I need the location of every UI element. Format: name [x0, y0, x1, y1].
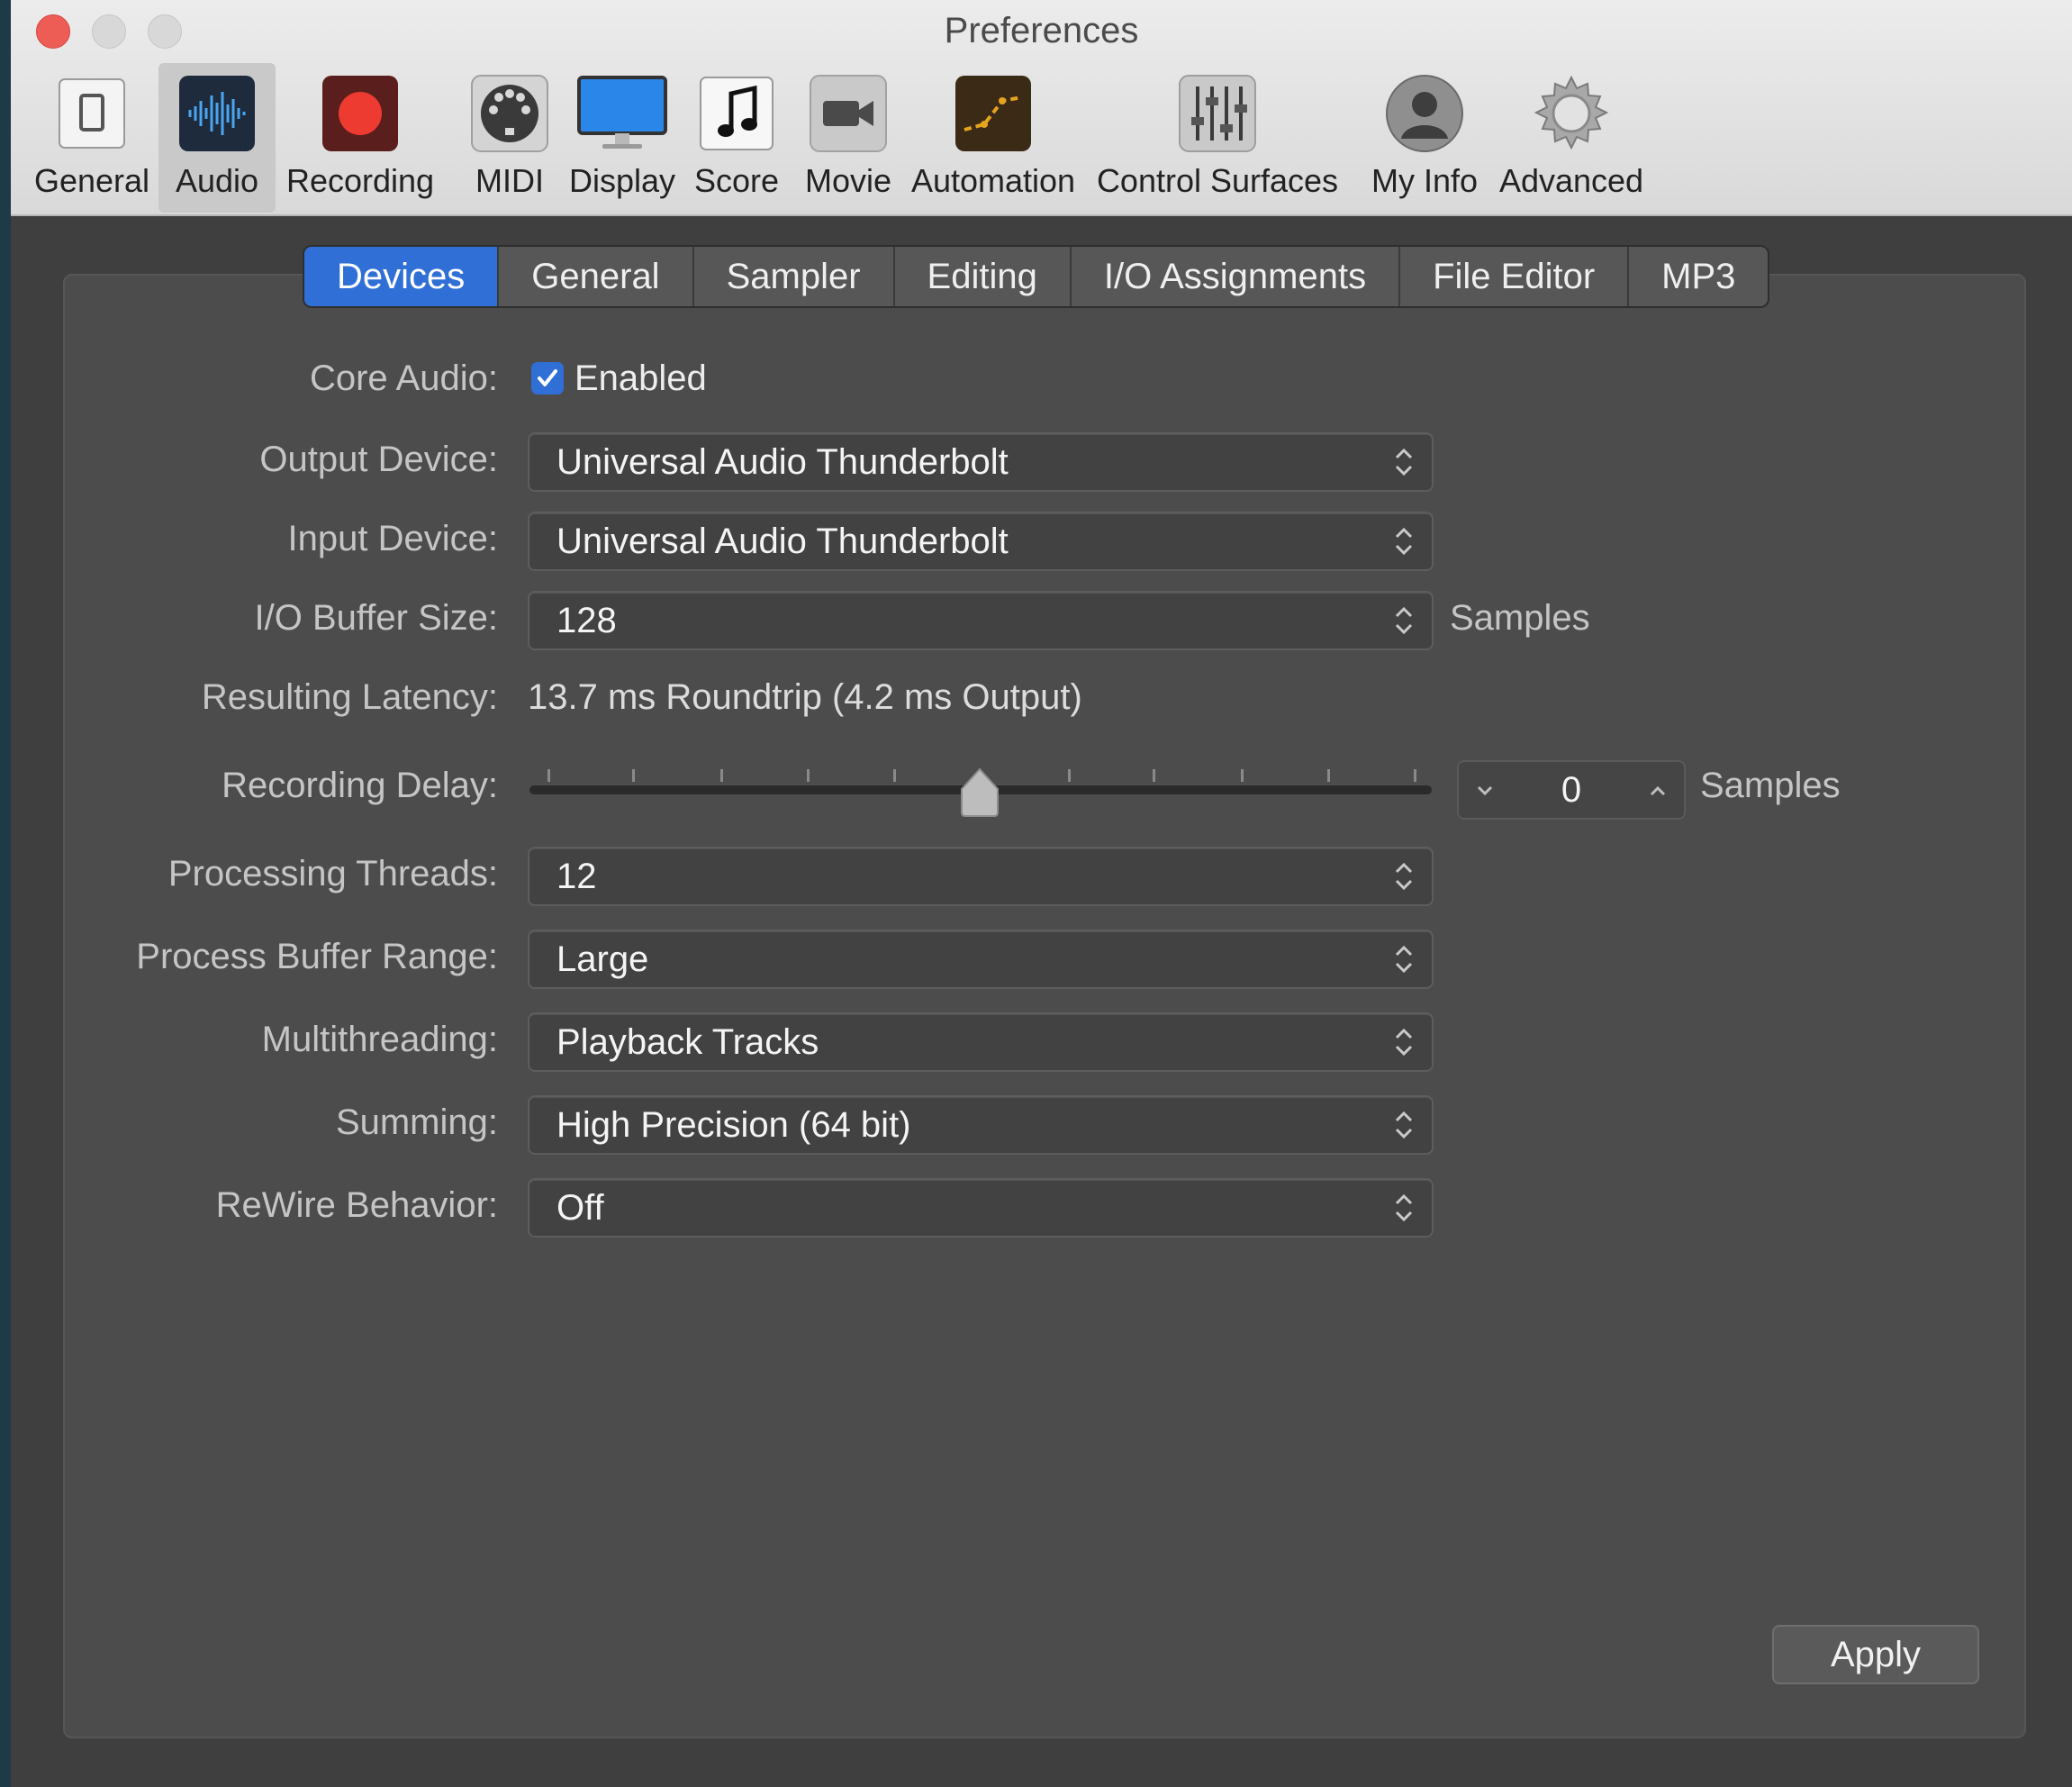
preferences-content-panel	[63, 274, 2026, 1738]
popup-arrows-icon	[1395, 945, 1413, 974]
toolbar-item-movie[interactable]: Movie	[794, 63, 902, 213]
slider-tick	[1414, 769, 1416, 782]
toolbar-item-audio[interactable]: Audio	[158, 63, 276, 213]
popup-arrows-icon	[1395, 606, 1413, 635]
tab-io-assignments[interactable]: I/O Assignments	[1072, 247, 1401, 306]
music-note-icon	[697, 74, 776, 153]
apply-button[interactable]: Apply	[1772, 1625, 1979, 1684]
rewire-behavior-popup[interactable]: Off	[528, 1178, 1434, 1238]
slider-tick	[807, 769, 810, 782]
output-device-popup[interactable]: Universal Audio Thunderbolt	[528, 432, 1434, 492]
popup-arrows-icon	[1395, 527, 1413, 556]
toolbar-item-recording[interactable]: Recording	[276, 63, 445, 213]
multithreading-label: Multithreading:	[261, 1020, 498, 1059]
processing-threads-popup[interactable]: 12	[528, 847, 1434, 906]
toolbar-item-score[interactable]: Score	[688, 63, 785, 213]
checkmark-icon	[538, 369, 557, 386]
toolbar-item-my-info[interactable]: My Info	[1362, 63, 1488, 213]
slider-tick	[1153, 769, 1155, 782]
tab-devices[interactable]: Devices	[304, 247, 500, 306]
toolbar-item-automation[interactable]: Automation	[908, 63, 1079, 213]
io-buffer-size-popup[interactable]: 128	[528, 591, 1434, 650]
toolbar-item-control-surfaces[interactable]: Control Surfaces	[1091, 63, 1344, 213]
tab-file-editor[interactable]: File Editor	[1400, 247, 1630, 306]
title-bar: Preferences General Audio Recording MIDI…	[11, 0, 2072, 216]
audio-tab-bar: Devices General Sampler Editing I/O Assi…	[303, 245, 1770, 308]
recording-delay-unit: Samples	[1700, 766, 1841, 805]
toolbar-item-advanced[interactable]: Advanced	[1495, 63, 1648, 213]
midi-connector-icon	[470, 74, 549, 153]
record-icon	[321, 74, 400, 153]
resulting-latency-value: 13.7 ms Roundtrip (4.2 ms Output)	[528, 677, 1082, 717]
toolbar-item-midi[interactable]: MIDI	[456, 63, 564, 213]
tab-sampler[interactable]: Sampler	[694, 247, 895, 306]
io-buffer-size-label: I/O Buffer Size:	[254, 598, 499, 638]
core-audio-label: Core Audio:	[309, 358, 498, 398]
video-camera-icon	[809, 74, 888, 153]
gear-icon	[1532, 74, 1611, 153]
popup-arrows-icon	[1395, 862, 1413, 891]
popup-arrows-icon	[1395, 1028, 1413, 1057]
stepper-decrement-button[interactable]	[1462, 762, 1507, 818]
window-title: Preferences	[944, 11, 1139, 50]
popup-arrows-icon	[1395, 1193, 1413, 1222]
recording-delay-slider-thumb[interactable]	[958, 766, 1001, 818]
popup-arrows-icon	[1395, 448, 1413, 476]
toolbar-item-general[interactable]: General	[25, 63, 158, 213]
recording-delay-label: Recording Delay:	[222, 766, 498, 805]
general-icon	[52, 74, 131, 153]
slider-tick	[720, 769, 723, 782]
tab-editing[interactable]: Editing	[895, 247, 1072, 306]
rewire-behavior-label: ReWire Behavior:	[215, 1185, 498, 1225]
faders-icon	[1178, 74, 1257, 153]
slider-tick	[1241, 769, 1244, 782]
process-buffer-range-label: Process Buffer Range:	[136, 937, 498, 976]
slider-tick	[1068, 769, 1071, 782]
process-buffer-range-popup[interactable]: Large	[528, 930, 1434, 989]
preferences-window: Preferences General Audio Recording MIDI…	[11, 0, 2072, 1787]
audio-waveform-icon	[177, 74, 257, 153]
recording-delay-value[interactable]: 0	[1504, 762, 1639, 818]
automation-curve-icon	[954, 74, 1033, 153]
recording-delay-stepper: 0	[1457, 760, 1686, 820]
input-device-label: Input Device:	[287, 519, 498, 558]
core-audio-enabled-label: Enabled	[575, 358, 707, 398]
slider-tick	[632, 769, 635, 782]
chevron-up-icon	[1650, 785, 1666, 796]
user-silhouette-icon	[1385, 74, 1464, 153]
summing-label: Summing:	[335, 1102, 498, 1142]
resulting-latency-label: Resulting Latency:	[201, 677, 498, 717]
io-buffer-size-unit: Samples	[1450, 598, 1590, 638]
tab-general[interactable]: General	[499, 247, 694, 306]
slider-tick	[1327, 769, 1330, 782]
chevron-down-icon	[1477, 786, 1493, 796]
input-device-popup[interactable]: Universal Audio Thunderbolt	[528, 512, 1434, 571]
output-device-label: Output Device:	[259, 440, 498, 479]
toolbar-item-display[interactable]: Display	[564, 63, 681, 213]
slider-tick	[893, 769, 896, 782]
core-audio-enabled-checkbox[interactable]	[531, 362, 564, 395]
slider-tick	[547, 769, 550, 782]
processing-threads-label: Processing Threads:	[167, 854, 498, 894]
tab-mp3[interactable]: MP3	[1629, 247, 1768, 306]
display-monitor-icon	[575, 74, 669, 153]
multithreading-popup[interactable]: Playback Tracks	[528, 1012, 1434, 1072]
popup-arrows-icon	[1395, 1111, 1413, 1139]
summing-popup[interactable]: High Precision (64 bit)	[528, 1095, 1434, 1155]
stepper-increment-button[interactable]	[1635, 762, 1680, 818]
